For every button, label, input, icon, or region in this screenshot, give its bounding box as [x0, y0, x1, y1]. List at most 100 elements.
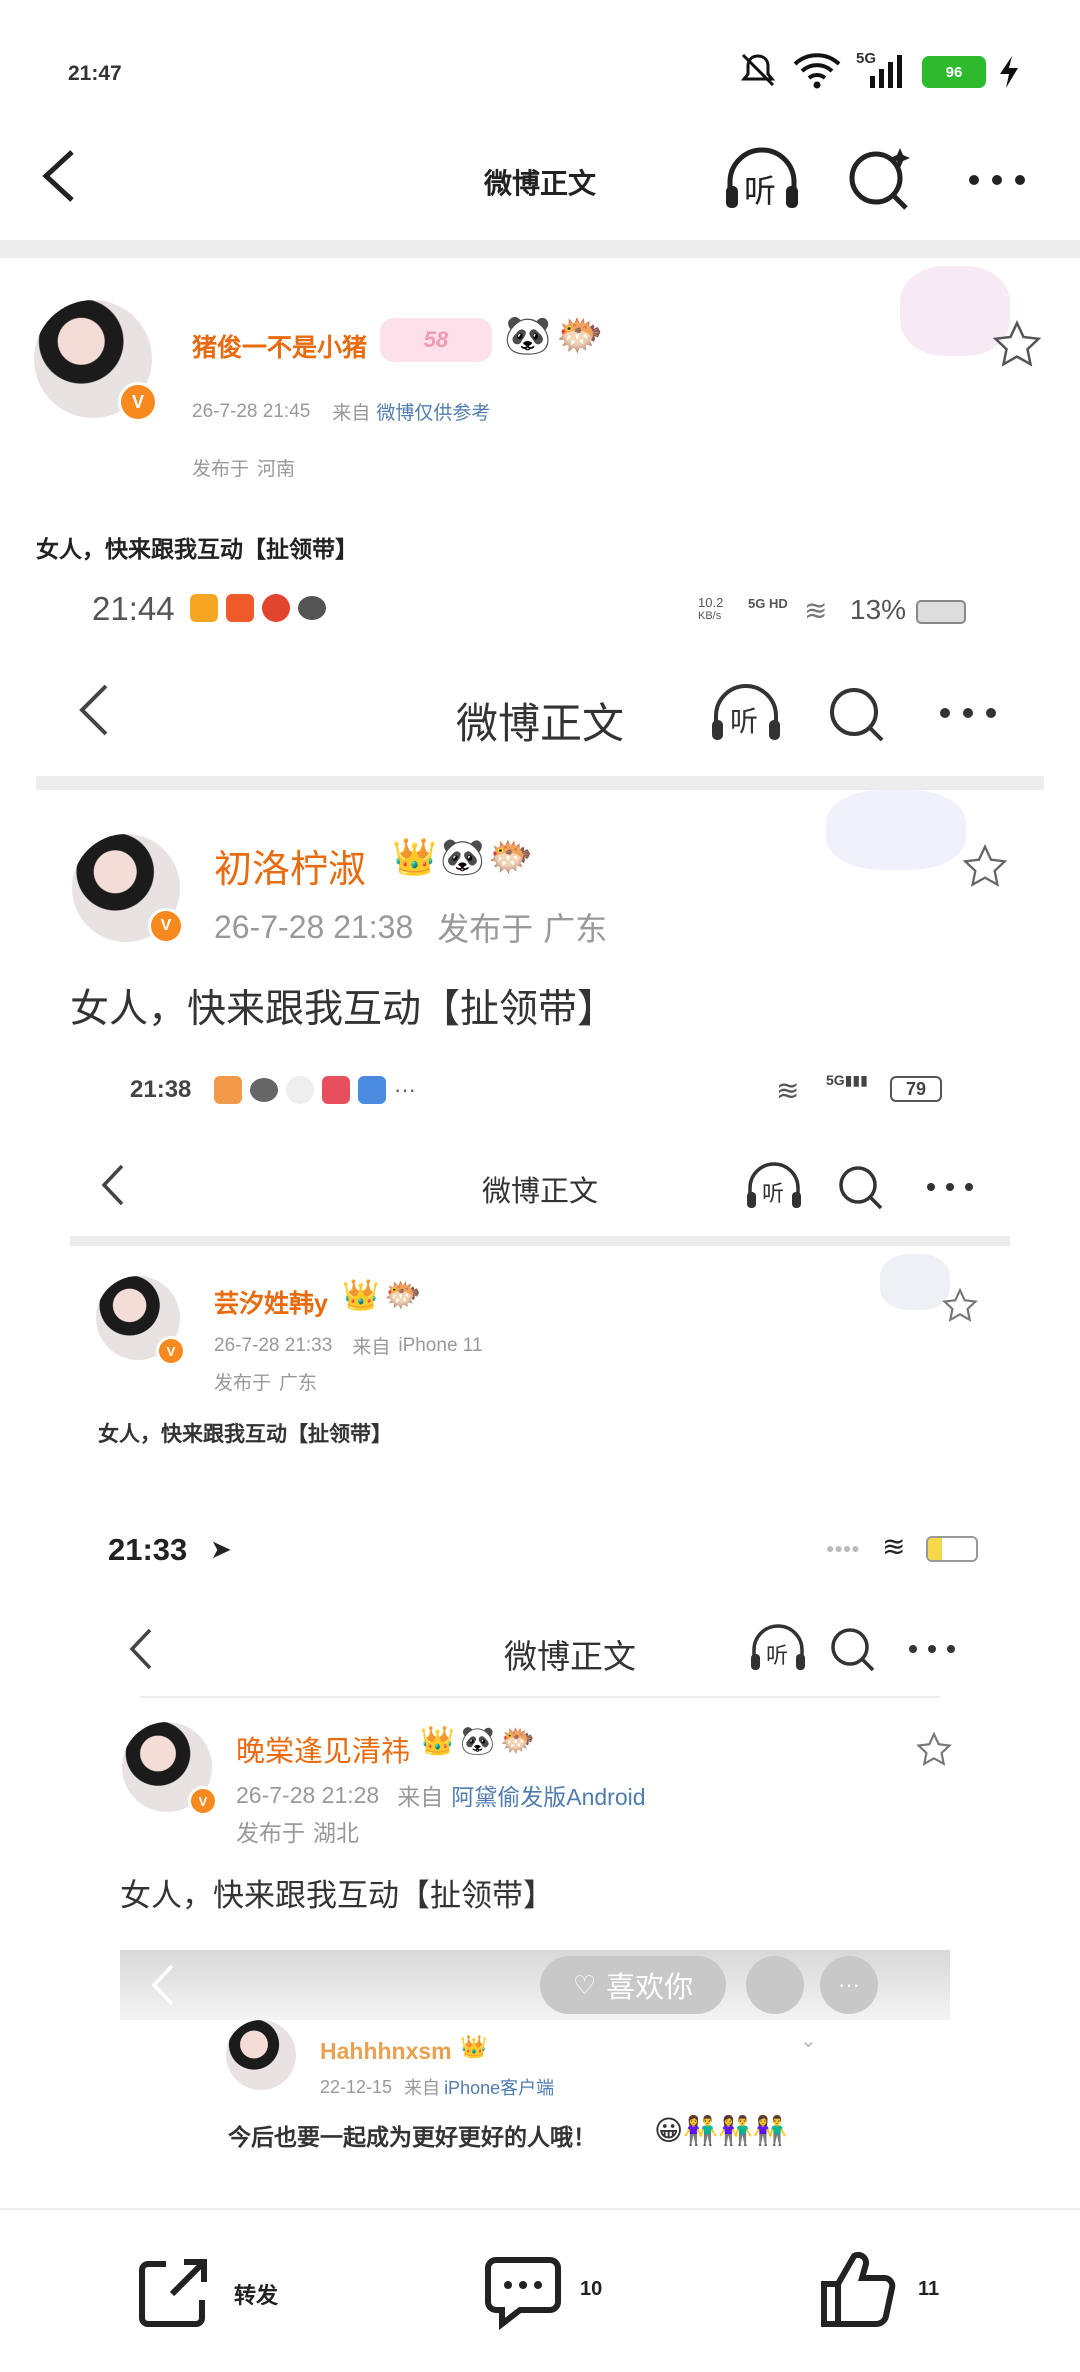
n1-pufferfish-icon: 🐡	[488, 836, 533, 877]
n3-crown-icon: 👑	[420, 1725, 455, 1756]
n1-date: 26-7-28 21:38	[214, 908, 414, 945]
n2-source-prefix: 来自	[352, 1337, 391, 1358]
n1-text: 女人，快来跟我互动【扯领带】	[70, 988, 617, 1031]
post-text: 女人，快来跟我互动【扯领带】	[36, 536, 358, 562]
n2-search-icon	[839, 1166, 883, 1210]
n2-pufferfish-icon: 🐡	[384, 1279, 422, 1312]
page-title: 微博正文	[483, 168, 596, 199]
n3-source-prefix: 来自	[397, 1784, 444, 1810]
more-icon[interactable]	[964, 170, 1034, 190]
app-icon	[226, 594, 254, 622]
n2-headphones-icon: 听	[744, 1160, 804, 1212]
n2-location-row: 发布于 广东	[214, 1368, 317, 1395]
n1-net: 5G HD	[748, 596, 788, 611]
n1-location-prefix: 发布于	[437, 911, 534, 947]
n4-search-icon	[746, 1956, 804, 2014]
n4-dropdown-icon: ⌄	[800, 2030, 817, 2052]
n3-wifi-icon: ≋	[882, 1531, 906, 1562]
n3-panda-icon: 🐼	[460, 1725, 495, 1756]
n2-wifi-icon: ≋	[776, 1075, 800, 1106]
n2-location-prefix: 发布于	[214, 1373, 272, 1394]
n2-star-icon	[942, 1288, 978, 1322]
listen-button[interactable]: 听	[722, 144, 802, 214]
n2-meta: 26-7-28 21:33 来自 iPhone 11	[214, 1332, 483, 1359]
n2-app-icons: ···	[214, 1076, 416, 1104]
n1-speed: 10.2	[698, 595, 724, 610]
weibo-app-icon	[190, 594, 218, 622]
search-icon[interactable]	[846, 144, 916, 214]
n1-star-icon	[962, 844, 1008, 887]
n1-search-icon	[830, 688, 884, 742]
n3-pufferfish-icon: 🐡	[500, 1725, 535, 1756]
n4-more-icon: ···	[820, 1956, 878, 2014]
status-time: 21:47	[68, 62, 122, 85]
n1-divider	[36, 776, 1044, 790]
app-icon	[262, 594, 290, 622]
post-location: 发布于 河南	[192, 454, 295, 481]
n3-star-icon	[916, 1732, 952, 1766]
n4-username: Hahhhnxsm	[320, 2038, 452, 2064]
location-value: 河南	[257, 459, 296, 480]
nested-screenshot-3: 21:33 ➤ ●●●● ≋ 微博正文 听 V 晚棠逢见清祎 👑 🐼 🐡 26-…	[100, 1516, 980, 2208]
n3-verified-icon: V	[188, 1786, 218, 1816]
n1-verified-icon: V	[148, 908, 184, 944]
n3-location-row: 发布于 湖北	[236, 1814, 359, 1848]
n1-listen-label: 听	[730, 706, 759, 737]
n2-more-icon	[927, 1183, 973, 1191]
n4-emoji-icons: 😀👫👫👫	[654, 2115, 788, 2146]
comment-button[interactable]: 10	[484, 2254, 644, 2330]
pufferfish-icon: 🐡	[556, 315, 604, 357]
n4-like-pill: ♡ 喜欢你	[540, 1956, 726, 2014]
panda-icon: 🐼	[504, 315, 552, 357]
charging-icon	[1000, 56, 1018, 88]
app-icon	[358, 1076, 386, 1104]
signal-icon	[870, 55, 902, 88]
n1-decoration-icon	[826, 790, 966, 870]
nav-divider	[0, 240, 1080, 258]
n2-signal-icon: 5G▮▮▮	[826, 1072, 868, 1088]
n3-page-title: 微博正文	[504, 1638, 636, 1675]
app-icon	[214, 1076, 242, 1104]
n4-text: 今后也要一起成为更好更好的人哦！	[228, 2124, 596, 2150]
n4-back-icon	[151, 1964, 174, 2006]
post-source[interactable]: 微博仅供参考	[376, 398, 490, 425]
favorite-star-icon[interactable]	[992, 320, 1042, 370]
n1-battery: 13%	[850, 594, 907, 625]
n3-text: 女人，快来跟我互动【扯领带】	[120, 1878, 554, 1913]
thumbs-up-icon	[821, 2251, 896, 2327]
n4-heart-icon: ♡	[572, 1969, 597, 2000]
n3-listen-label: 听	[766, 1643, 789, 1668]
n3-status-time: 21:33	[108, 1532, 188, 1567]
n2-decoration-icon	[880, 1254, 950, 1310]
n1-wifi-icon: ≋	[804, 595, 828, 626]
n2-verified-icon: V	[156, 1336, 186, 1366]
n3-battery-icon	[926, 1536, 978, 1562]
location-prefix: 发布于	[192, 459, 250, 480]
repost-label: 转发	[234, 2283, 279, 2308]
repost-button[interactable]: 转发	[136, 2254, 296, 2330]
n3-location-arrow-icon: ➤	[210, 1534, 232, 1564]
app-icon	[286, 1076, 314, 1104]
message-icon	[298, 596, 326, 620]
n3-search-icon	[831, 1628, 875, 1672]
nested-screenshot-4: ♡ 喜欢你 ··· Hahhhnxsm 👑 ⌄ 22-12-15 来自 iPho…	[120, 1950, 950, 2170]
n2-crown-icon: 👑	[342, 1279, 380, 1312]
listen-label: 听	[744, 173, 777, 209]
n3-headphones-icon: 听	[748, 1622, 808, 1674]
wifi-icon	[793, 53, 841, 89]
n2-status-time: 21:38	[130, 1076, 192, 1103]
n1-headphones-icon: 听	[708, 680, 784, 746]
post-date: 26-7-28 21:45	[192, 400, 311, 422]
n1-battery-icon	[916, 600, 966, 624]
n2-divider	[70, 1236, 1010, 1246]
post-username[interactable]: 猪俊一不是小猪	[192, 328, 367, 364]
n1-crown-icon: 👑	[392, 836, 437, 877]
n4-date: 22-12-15	[320, 2076, 393, 2097]
bottom-action-bar: 转发 10 11	[0, 2208, 1080, 2372]
comment-count: 10	[580, 2278, 603, 2300]
level-badge: 58	[380, 318, 492, 362]
n4-meta: 22-12-15 来自 iPhone客户端	[320, 2074, 554, 2100]
like-button[interactable]: 11	[818, 2250, 978, 2330]
mute-icon	[740, 53, 776, 87]
nested-screenshot-2: 21:38 ··· ≋ 5G▮▮▮ 79 微博正文 听 V 芸汐姓韩y 👑 🐡 …	[70, 1046, 1010, 2208]
